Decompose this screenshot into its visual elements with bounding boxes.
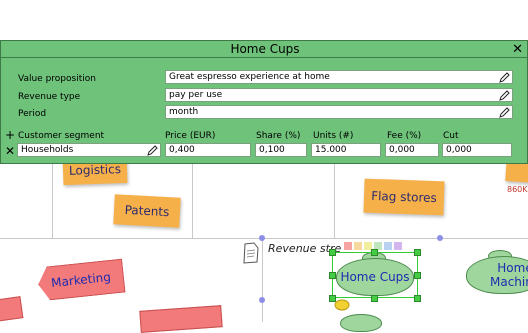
- units-label: Units (#): [313, 131, 354, 141]
- panel-title: Home Cups: [1, 41, 528, 58]
- resize-handle[interactable]: [414, 249, 421, 256]
- resize-handle[interactable]: [329, 249, 336, 256]
- tag-partial[interactable]: [0, 296, 24, 322]
- sticky-note-label: Flag stores: [370, 188, 438, 206]
- add-segment-button[interactable]: +: [5, 128, 15, 142]
- canvas-connector-dot[interactable]: [437, 235, 443, 241]
- pencil-icon[interactable]: [499, 72, 510, 83]
- resize-handle[interactable]: [329, 272, 336, 279]
- pencil-icon[interactable]: [499, 90, 510, 101]
- period-field[interactable]: month: [165, 105, 513, 119]
- value-proposition-field[interactable]: Great espresso experience at home: [165, 70, 513, 84]
- canvas-divider: [192, 164, 193, 239]
- units-field[interactable]: 15.000: [311, 143, 381, 157]
- price-label: Price (EUR): [165, 131, 216, 141]
- revenue-stream-panel: Home Cups ✕ Value proposition Great espr…: [0, 40, 528, 164]
- money-bag-home-machines[interactable]: Home Machines: [466, 256, 528, 294]
- resize-handle[interactable]: [371, 295, 378, 302]
- customer-segment-label: Customer segment: [18, 131, 105, 141]
- pencil-icon[interactable]: [147, 145, 158, 156]
- canvas-connector-dot[interactable]: [259, 235, 265, 241]
- tag-partial[interactable]: [139, 305, 223, 333]
- value-proposition-label: Value proposition: [18, 74, 96, 84]
- color-swatch[interactable]: [344, 242, 352, 250]
- customer-segment-field[interactable]: Households: [17, 143, 161, 157]
- sticky-note-patents[interactable]: Patents: [113, 194, 181, 228]
- cut-field[interactable]: 0,000: [442, 143, 512, 157]
- tag-label: Marketing: [50, 269, 112, 291]
- revenue-type-label: Revenue type: [18, 92, 81, 102]
- canvas-divider: [52, 164, 53, 239]
- pencil-icon[interactable]: [499, 107, 510, 118]
- sticky-note-label: Logistics: [68, 162, 122, 178]
- share-field[interactable]: 0,100: [255, 143, 307, 157]
- canvas-connector-dot[interactable]: [259, 297, 265, 303]
- color-swatch[interactable]: [394, 242, 402, 250]
- revenue-type-field[interactable]: pay per use: [165, 88, 513, 102]
- money-bag-partial[interactable]: [340, 314, 382, 332]
- color-swatch[interactable]: [384, 242, 392, 250]
- coin-icon[interactable]: [334, 299, 350, 311]
- sticky-note-label: Patents: [124, 202, 170, 220]
- document-icon[interactable]: [242, 242, 260, 264]
- canvas-divider: [262, 238, 263, 322]
- tag-marketing[interactable]: Marketing: [36, 259, 125, 302]
- period-label: Period: [18, 109, 47, 119]
- resize-handle[interactable]: [414, 272, 421, 279]
- resize-handle[interactable]: [371, 249, 378, 256]
- cut-label: Cut: [443, 131, 459, 141]
- price-field[interactable]: 0,400: [165, 143, 251, 157]
- canvas-divider: [334, 164, 335, 239]
- fee-field[interactable]: 0,000: [385, 143, 439, 157]
- color-swatch[interactable]: [354, 242, 362, 250]
- resize-handle[interactable]: [414, 295, 421, 302]
- money-bag-label: Home Machines: [490, 261, 528, 289]
- remove-segment-button[interactable]: ✕: [5, 144, 15, 158]
- selection-box: [332, 252, 418, 298]
- share-label: Share (%): [256, 131, 301, 141]
- sticky-note-flag-stores[interactable]: Flag stores: [363, 178, 445, 216]
- fee-label: Fee (%): [387, 131, 422, 141]
- close-icon[interactable]: ✕: [512, 41, 523, 58]
- side-value-label: 860K: [507, 185, 528, 194]
